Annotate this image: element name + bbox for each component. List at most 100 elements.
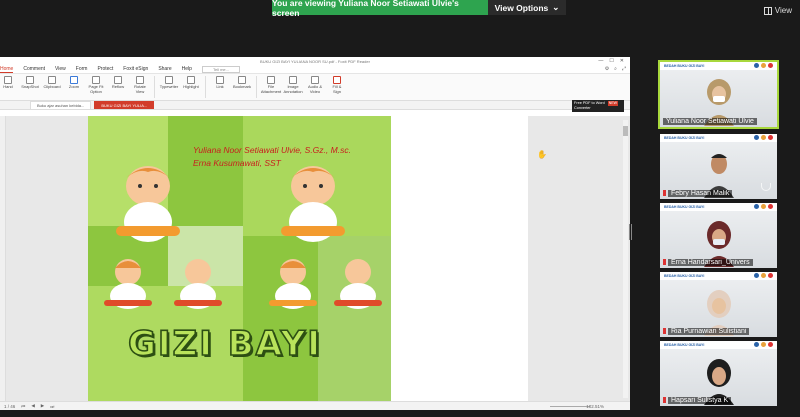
expand-icon[interactable]: ⤢ — [622, 66, 626, 72]
ribbon-label: File Attachment — [260, 84, 282, 94]
baby-illustration — [104, 259, 152, 309]
menu-comment[interactable]: Comment — [23, 66, 45, 72]
menu-help[interactable]: Help — [182, 66, 192, 72]
first-page-icon[interactable]: ⏮ — [21, 404, 25, 409]
menu-protect[interactable]: Protect — [97, 66, 113, 72]
org-label: BEDAH BUKU GIZI BAYI — [664, 205, 705, 209]
image-icon — [289, 76, 297, 84]
ribbon-snapshot[interactable]: SnapShot — [21, 76, 39, 90]
page-fit-icon — [92, 76, 100, 84]
org-label: BEDAH BUKU GIZI BAYI — [664, 136, 705, 140]
menu-share[interactable]: Share — [158, 66, 171, 72]
ribbon-bookmark[interactable]: Bookmark — [233, 76, 252, 90]
muted-mic-icon — [663, 190, 666, 196]
ribbon-page-fit[interactable]: Page Fit Option — [88, 76, 104, 94]
ribbon-fill-sign[interactable]: Fill & Sign — [329, 76, 345, 94]
virtual-background-header: BEDAH BUKU GIZI BAYI — [660, 341, 777, 349]
zoom-slider[interactable] — [550, 406, 590, 407]
reader-menubar: Home Comment View Form Protect Foxit eSi… — [0, 65, 630, 74]
menu-view[interactable]: View — [55, 66, 66, 72]
page-indicator[interactable]: 1 / 46 — [4, 404, 15, 409]
logos — [754, 342, 773, 347]
maximize-icon[interactable]: ☐ — [609, 58, 613, 64]
video-icon — [311, 76, 319, 84]
ribbon-label: SnapShot — [21, 84, 39, 89]
ribbon-label: Link — [216, 84, 224, 89]
ribbon-separator — [154, 76, 155, 98]
cover-author-2: Erna Kusumawati, SST — [193, 158, 281, 168]
participant-tile[interactable]: BEDAH BUKU GIZI BAYI Yuliana Noor Setiaw… — [658, 60, 779, 129]
participant-tile[interactable]: BEDAH BUKU GIZI BAYI Ria Purnawian Sulis… — [660, 272, 777, 337]
attachment-icon — [267, 76, 275, 84]
tell-me-input[interactable]: Tell me... — [201, 65, 240, 73]
ribbon-rotate[interactable]: Rotate View — [132, 76, 148, 94]
org-label: BEDAH BUKU GIZI BAYI — [664, 343, 705, 347]
reader-ribbon: Hand SnapShot Clipboard Zoom Page Fit Op… — [0, 74, 630, 101]
hand-cursor-icon: ✋ — [537, 150, 547, 159]
shared-screen[interactable]: BUKU GIZI BAYI YULIANA NOOR SU.pdf - Fox… — [0, 57, 630, 410]
ribbon-label: Bookmark — [233, 84, 252, 89]
ribbon-label: Highlight — [183, 84, 199, 89]
reflow-icon — [114, 76, 122, 84]
ribbon-label: Reflow — [111, 84, 125, 89]
menu-foxit-esign[interactable]: Foxit eSign — [123, 66, 148, 72]
ribbon-file-attachment[interactable]: File Attachment — [260, 76, 282, 94]
view-options-label: View Options — [494, 2, 549, 13]
participant-tile[interactable]: BEDAH BUKU GIZI BAYI Febry Hasan Malik — [660, 134, 777, 199]
screen-share-banner-text: You are viewing Yuliana Noor Setiawati U… — [272, 0, 459, 18]
ribbon-reflow[interactable]: Reflow — [110, 76, 126, 90]
view-button[interactable]: View — [763, 6, 792, 15]
reader-right-tools: ⚙ ⌕ ⤢ — [605, 66, 626, 72]
participant-name: Ria Purnawian Sulistiani — [668, 328, 750, 335]
navigation-pane[interactable] — [0, 116, 6, 401]
screen-share-banner: You are viewing Yuliana Noor Setiawati U… — [272, 0, 488, 18]
ribbon-hand[interactable]: Hand — [0, 76, 16, 90]
settings-icon[interactable]: ⚙ — [605, 66, 609, 72]
ribbon-label: Fill & Sign — [332, 84, 342, 94]
view-options-button[interactable]: View Options ⌄ — [488, 0, 566, 15]
promo-line1: Free PDF to Word — [574, 101, 605, 105]
org-label: BEDAH BUKU GIZI BAYI — [664, 64, 705, 68]
logos — [754, 273, 773, 278]
ribbon-typewriter[interactable]: Typewriter — [160, 76, 178, 90]
reader-titlebar: BUKU GIZI BAYI YULIANA NOOR SU.pdf - Fox… — [0, 57, 630, 65]
zoom-level[interactable]: 102.51% — [586, 404, 604, 409]
rotate-icon — [136, 76, 144, 84]
last-page-icon[interactable]: ⏭ — [50, 404, 54, 409]
tab-document-1[interactable]: Buku ajar asuhan kebida... — [30, 101, 92, 109]
participant-name: Hapsari Sulistya K — [668, 397, 732, 404]
tab-document-2[interactable]: BUKU GIZI BAYI YULIA... — [94, 101, 155, 109]
prev-page-icon[interactable]: ◀ — [31, 403, 34, 409]
participant-tile[interactable]: BEDAH BUKU GIZI BAYI Hapsari Sulistya K — [660, 341, 777, 406]
split-view-handle[interactable] — [629, 224, 632, 240]
document-viewport[interactable]: Yuliana Noor Setiawati Ulvie, S.Gz., M.s… — [0, 116, 630, 406]
next-page-icon[interactable]: ▶ — [41, 403, 44, 409]
pdf-to-word-promo[interactable]: Free PDF to Word NEW Converter — [572, 100, 624, 112]
participant-tile[interactable]: BEDAH BUKU GIZI BAYI Erna Handarsari_Uni… — [660, 203, 777, 268]
ribbon-label: Rotate View — [134, 84, 146, 94]
clipboard-icon — [48, 76, 56, 84]
virtual-background-header: BEDAH BUKU GIZI BAYI — [660, 134, 777, 142]
ribbon-highlight[interactable]: Highlight — [183, 76, 199, 90]
highlight-icon — [187, 76, 195, 84]
ribbon-image-annotation[interactable]: Image Annotation — [283, 76, 303, 94]
close-icon[interactable]: ✕ — [620, 58, 624, 64]
muted-mic-icon — [663, 397, 666, 403]
minimize-icon[interactable]: — — [598, 58, 603, 64]
search-icon[interactable]: ⌕ — [614, 66, 617, 72]
window-controls: — ☐ ✕ — [598, 58, 624, 64]
ribbon-label: Hand — [3, 84, 13, 89]
muted-mic-icon — [663, 328, 666, 334]
ribbon-zoom[interactable]: Zoom — [66, 76, 82, 90]
ribbon-audio-video[interactable]: Audio & Video — [307, 76, 323, 94]
muted-mic-icon — [663, 259, 666, 265]
scrollbar-thumb[interactable] — [623, 126, 628, 136]
menu-form[interactable]: Form — [76, 66, 88, 72]
ribbon-link[interactable]: Link — [212, 76, 228, 90]
ribbon-separator — [256, 76, 257, 98]
ribbon-clipboard[interactable]: Clipboard — [43, 76, 61, 90]
vertical-scrollbar[interactable] — [623, 120, 628, 398]
menu-home[interactable]: Home — [0, 66, 14, 73]
logos — [754, 135, 773, 140]
pdf-page: Yuliana Noor Setiawati Ulvie, S.Gz., M.s… — [88, 116, 528, 406]
